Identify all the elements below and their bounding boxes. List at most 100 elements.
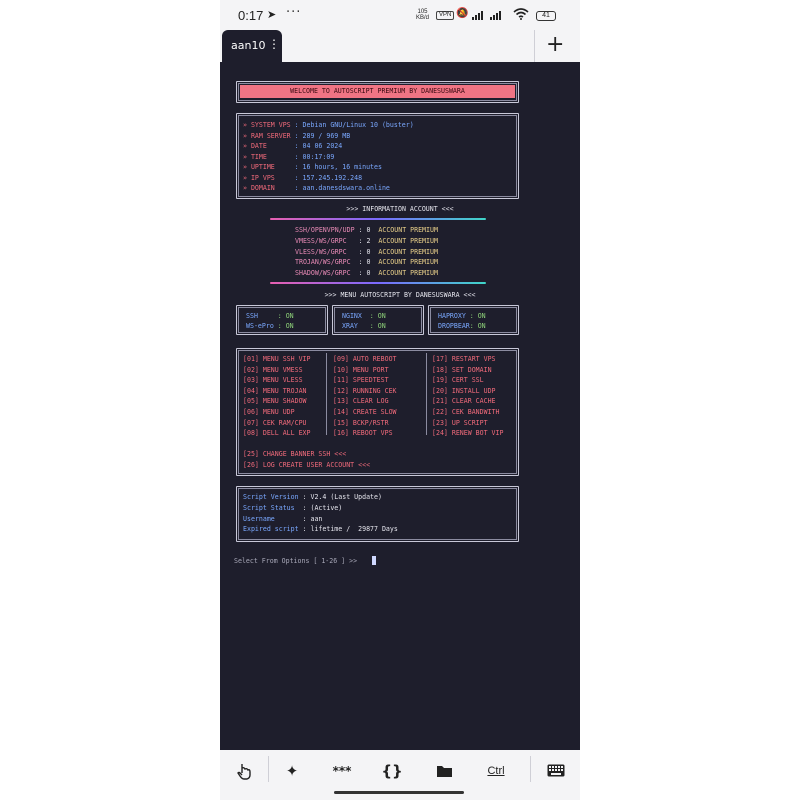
- vpn-badge: VPN: [436, 11, 455, 20]
- info-value: : 04 06 2024: [294, 142, 343, 150]
- column-divider: [426, 353, 427, 435]
- menu-item[interactable]: [11] SPEEDTEST: [333, 376, 389, 384]
- terminal-output[interactable]: WELCOME TO AUTOSCRIPT PREMIUM BY DANESUS…: [220, 62, 580, 750]
- phone-screen: 0:17 ➤ ··· 105 KB/d VPN 🔕 41 aan10 ⋮ + W…: [220, 0, 580, 800]
- session-menu-icon[interactable]: ⋮: [268, 37, 280, 51]
- input-prompt: Select From Options [ 1-26 ] >>: [234, 557, 362, 565]
- ctrl-key[interactable]: Ctrl: [476, 760, 516, 782]
- info-key: » SYSTEM VPS: [243, 121, 295, 129]
- menu-item[interactable]: [26] LOG CREATE USER ACCOUNT <<<: [243, 461, 370, 469]
- column-divider: [326, 353, 327, 435]
- menu-item-label: [23] UP SCRIPT: [432, 418, 488, 427]
- menu-item[interactable]: [18] SET DOMAIN: [432, 366, 492, 374]
- menu-item[interactable]: [25] CHANGE BANNER SSH <<<: [243, 450, 346, 458]
- account-sep: :: [354, 269, 367, 278]
- stars-key[interactable]: ***: [322, 760, 362, 782]
- menu-item[interactable]: [09] AUTO REBOOT: [333, 355, 397, 363]
- divider: [534, 30, 535, 62]
- account-sep: :: [354, 226, 367, 234]
- menu-item[interactable]: [10] MENU PORT: [333, 366, 389, 374]
- new-tab-button[interactable]: +: [546, 32, 564, 57]
- divider: [268, 756, 269, 782]
- script-value: : aan: [302, 514, 323, 523]
- menu-item[interactable]: [05] MENU SHADOW: [243, 397, 307, 405]
- service-state: : ON: [469, 312, 486, 320]
- script-info-row: Script Version : V2.4 (Last Update): [243, 493, 382, 501]
- menu-item[interactable]: [13] CLEAR LOG: [333, 397, 389, 405]
- divider: [270, 282, 486, 284]
- braces-key[interactable]: {}: [372, 760, 412, 782]
- menu-item[interactable]: [23] UP SCRIPT: [432, 419, 488, 427]
- tab-bar: aan10 ⋮ +: [220, 30, 580, 62]
- menu-item[interactable]: [12] RUNNING CEK: [333, 387, 397, 395]
- service-state: : ON: [369, 322, 386, 330]
- menu-item[interactable]: [02] MENU VMESS: [243, 366, 303, 374]
- script-key: Script Version: [243, 493, 303, 501]
- status-bar: 0:17 ➤ ··· 105 KB/d VPN 🔕 41: [220, 0, 580, 30]
- touch-icon[interactable]: [224, 760, 264, 782]
- script-key: Expired script: [243, 525, 303, 534]
- menu-item[interactable]: [16] REBOOT VPS: [333, 429, 393, 437]
- menu-item[interactable]: [21] CLEAR CACHE: [432, 397, 496, 405]
- account-label: ACCOUNT PREMIUM: [370, 236, 438, 245]
- menu-item[interactable]: [07] CEK RAM/CPU: [243, 419, 307, 427]
- battery-level: 41: [542, 12, 550, 19]
- welcome-banner: WELCOME TO AUTOSCRIPT PREMIUM BY DANESUS…: [240, 85, 515, 98]
- menu-item-label: [04] MENU TROJAN: [243, 386, 307, 395]
- menu-item-label: [03] MENU VLESS: [243, 376, 303, 385]
- main-menu-box: [01] MENU SSH VIP [02] MENU VMESS [03] MEN…: [236, 348, 519, 476]
- menu-item-label: [10] MENU PORT: [333, 365, 389, 374]
- menu-item-label: [18] SET DOMAIN: [432, 365, 492, 374]
- menu-item-label: [09] AUTO REBOOT: [333, 355, 397, 363]
- script-value: : lifetime / 29877 Days: [302, 525, 398, 534]
- account-name: SHADOW/WS/GRPC: [295, 269, 355, 278]
- service-row: NGINX : ON: [342, 312, 386, 320]
- menu-item[interactable]: [15] BCKP/RSTR: [333, 419, 389, 427]
- system-info-row: » RAM SERVER : 289 / 969 MB: [243, 132, 350, 140]
- menu-item[interactable]: [17] RESTART VPS: [432, 355, 496, 363]
- service-row: SSH : ON: [246, 312, 294, 320]
- info-key: » UPTIME: [243, 163, 295, 171]
- magic-wand-icon[interactable]: ✦: [272, 760, 312, 782]
- menu-item[interactable]: [04] MENU TROJAN: [243, 387, 307, 395]
- menu-item[interactable]: [08] DELL ALL EXP: [243, 429, 311, 437]
- keyboard-icon[interactable]: [536, 760, 576, 782]
- account-row: VLESS/WS/GRPC : 0 ACCOUNT PREMIUM: [295, 248, 438, 256]
- service-row: WS-ePro : ON: [246, 322, 294, 330]
- menu-item[interactable]: [20] INSTALL UDP: [432, 387, 496, 395]
- menu-item-label: [14] CREATE SLOW: [333, 408, 397, 416]
- service-box-2: NGINX : ON XRAY : ON: [332, 305, 424, 335]
- info-value: : aan.danesdswara.online: [294, 184, 390, 192]
- info-value: : 00:17:09: [294, 152, 335, 161]
- service-state: : ON: [277, 322, 294, 330]
- script-value: : (Active): [302, 503, 343, 512]
- account-row: VMESS/WS/GRPC : 2 ACCOUNT PREMIUM: [295, 237, 438, 245]
- script-info-row: Script Status : (Active): [243, 504, 342, 512]
- service-name: NGINX: [342, 312, 370, 320]
- status-time: 0:17: [238, 8, 264, 23]
- info-value: : 289 / 969 MB: [294, 131, 351, 140]
- account-name: TROJAN/WS/GRPC: [295, 258, 355, 267]
- script-value: : V2.4 (Last Update): [302, 493, 382, 501]
- menu-item[interactable]: [06] MENU UDP: [243, 408, 295, 416]
- service-name: SSH: [246, 312, 278, 320]
- menu-item-label: [17] RESTART VPS: [432, 355, 496, 363]
- signal-icon: [472, 10, 483, 20]
- divider: [270, 218, 486, 220]
- account-row: SHADOW/WS/GRPC : 0 ACCOUNT PREMIUM: [295, 269, 438, 277]
- account-row: SSH/OPENVPN/UDP : 0 ACCOUNT PREMIUM: [295, 226, 438, 234]
- menu-item[interactable]: [14] CREATE SLOW: [333, 408, 397, 416]
- menu-item[interactable]: [24] RENEW BOT VIP: [432, 429, 503, 437]
- menu-item[interactable]: [03] MENU VLESS: [243, 376, 303, 384]
- menu-item-label: [01] MENU SSH VIP: [243, 355, 311, 363]
- script-key: Script Status: [243, 503, 303, 512]
- session-tab[interactable]: aan10 ⋮: [222, 30, 282, 62]
- menu-item-label: [05] MENU SHADOW: [243, 397, 307, 406]
- text-cursor[interactable]: [372, 556, 376, 565]
- service-state: : ON: [469, 322, 486, 330]
- menu-item[interactable]: [19] CERT SSL: [432, 376, 484, 384]
- divider: [530, 756, 531, 782]
- menu-item[interactable]: [01] MENU SSH VIP: [243, 355, 311, 363]
- folder-icon[interactable]: [424, 760, 464, 782]
- menu-item[interactable]: [22] CEK BANDWITH: [432, 408, 500, 416]
